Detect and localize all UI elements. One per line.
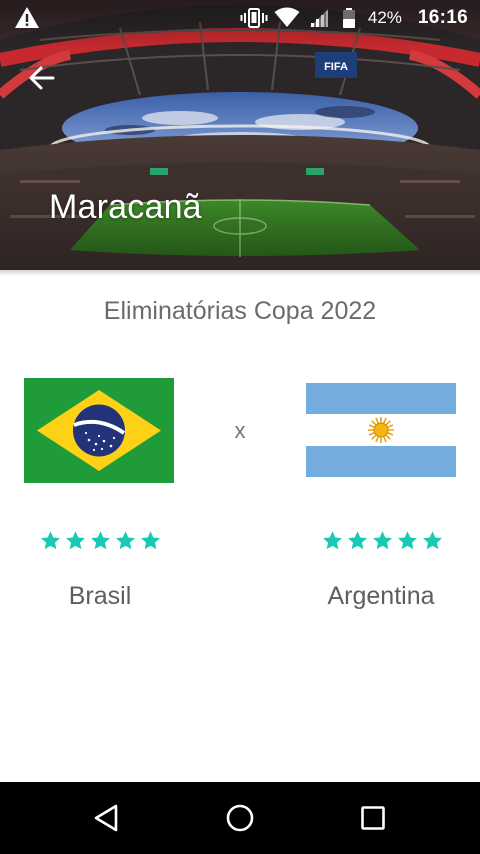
home-team-rating xyxy=(40,530,161,551)
battery-percent: 42% xyxy=(367,8,402,27)
hero-gradient-overlay xyxy=(0,0,480,270)
nav-recents-button[interactable] xyxy=(355,800,391,836)
warning-icon xyxy=(14,6,40,30)
home-team-name: Brasil xyxy=(68,582,132,610)
star-icon xyxy=(66,531,85,550)
battery-icon xyxy=(342,6,356,30)
nav-home-icon xyxy=(226,804,254,832)
star-icon xyxy=(41,531,60,550)
navigation-bar xyxy=(0,782,480,854)
nav-recents-icon xyxy=(361,806,385,830)
star-icon xyxy=(348,531,367,550)
back-button[interactable] xyxy=(22,58,62,98)
wifi-icon xyxy=(274,6,300,30)
star-icon xyxy=(398,531,417,550)
signal-icon xyxy=(308,6,332,30)
versus-label: x xyxy=(234,418,246,443)
argentina-flag xyxy=(306,383,456,477)
star-icon xyxy=(91,531,110,550)
away-team-rating xyxy=(322,530,443,551)
arrow-left-icon xyxy=(29,66,55,90)
status-clock: 16:16 xyxy=(417,7,468,28)
star-icon xyxy=(373,531,392,550)
nav-home-button[interactable] xyxy=(222,800,258,836)
star-icon xyxy=(423,531,442,550)
away-team-name: Argentina xyxy=(327,582,435,610)
star-icon xyxy=(323,531,342,550)
nav-back-button[interactable] xyxy=(89,800,125,836)
star-icon xyxy=(141,531,160,550)
vibrate-icon xyxy=(240,6,268,30)
competition-title: Eliminatórias Copa 2022 xyxy=(103,297,377,325)
star-icon xyxy=(116,531,135,550)
header-image: FIFA xyxy=(0,0,480,270)
header-shadow xyxy=(0,270,480,276)
brazil-flag xyxy=(24,378,174,483)
stadium-title: Maracanã xyxy=(49,188,202,226)
nav-back-icon xyxy=(94,804,118,832)
status-bar: 42% 16:16 xyxy=(0,0,480,36)
